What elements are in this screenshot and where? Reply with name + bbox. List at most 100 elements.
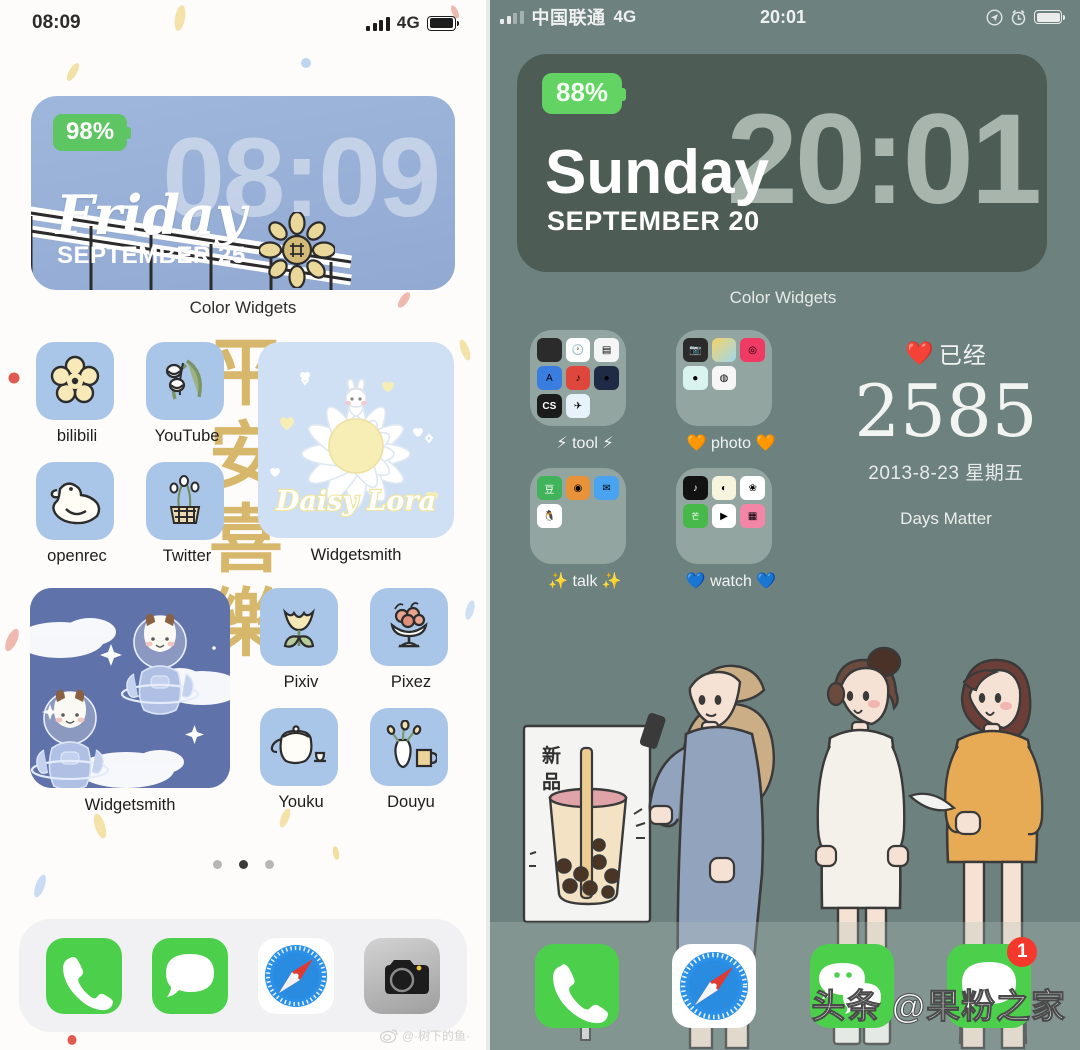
days-matter-date: 2013-8-23 星期五 (868, 462, 1024, 484)
app-label: YouTube (154, 427, 220, 445)
folder-preview-grid: ♪ ◐ ❀ 芒 ▶ ▦ (676, 468, 772, 564)
left-widget-date: SEPTEMBER 25 (57, 242, 246, 269)
app-pixiv[interactable]: Pixiv (260, 588, 342, 692)
widget-widgetsmith-astronaut[interactable]: Widgetsmith (30, 588, 230, 815)
battery-icon (1034, 10, 1066, 24)
mini-app-icon (711, 338, 737, 362)
widget-widgetsmith-daisy[interactable]: Daisy Lora Widgetsmith (258, 342, 454, 565)
mini-app-slot-empty (712, 394, 737, 418)
days-matter-label: Days Matter (900, 508, 992, 528)
app-douyu[interactable]: Douyu (370, 708, 452, 812)
flower-icon (36, 342, 114, 420)
right-status-time: 20:01 (759, 6, 807, 27)
app-label: Pixiv (283, 673, 319, 691)
folder-label: ✨ talk ✨ (548, 573, 622, 590)
astronaut-sheep-art (30, 588, 230, 788)
dock-phone[interactable] (534, 944, 619, 1028)
battery-icon (427, 15, 460, 31)
right-battery-badge: 88% (542, 73, 627, 114)
heart-icon: ❤️ (905, 339, 935, 366)
app-openrec[interactable]: openrec (36, 462, 118, 566)
right-widget-dayname: Sunday (545, 138, 769, 207)
mini-app-slot-empty (594, 504, 619, 528)
app-youku[interactable]: Youku (260, 708, 342, 812)
mini-app-icon: ♪ (565, 366, 591, 390)
days-matter-count: 2585 (854, 369, 1038, 453)
right-color-widgets-clock[interactable]: 88% 20:01 Sunday SEPTEMBER 20 (517, 54, 1047, 272)
mini-app-icon: 🐧 (537, 504, 562, 528)
mini-app-icon: A (537, 366, 562, 390)
svg-text:品: 品 (542, 771, 561, 793)
mini-app-icon: 豆 (537, 476, 562, 500)
sign-text: 新 (542, 744, 561, 767)
mini-app-icon: ✈ (565, 394, 591, 418)
left-status-indicators: 4G (366, 13, 460, 33)
svg-text:Daisy Lora: Daisy Lora (275, 486, 436, 517)
messages-badge: 1 (1007, 937, 1038, 967)
mini-app-icon: ♪ (683, 476, 708, 500)
folder-photo[interactable]: 📷 ◎ ● ◍ 🧡 photo 🧡 (676, 330, 786, 453)
app-label: Twitter (162, 547, 212, 565)
mini-app-slot-empty (566, 504, 591, 528)
mini-app-icon: ▤ (594, 338, 619, 362)
right-widget-time: 20:01 (726, 88, 1042, 231)
folder-label: ⚡ tool ⚡ (556, 435, 614, 452)
mini-app-icon: ◐ (711, 476, 737, 500)
mini-app-icon: ● (683, 366, 708, 390)
app-twitter[interactable]: Twitter (146, 462, 228, 566)
page-dot[interactable] (212, 860, 222, 869)
dock-safari[interactable] (258, 937, 334, 1014)
app-label: Youku (278, 793, 324, 811)
mini-app-slot-empty (740, 366, 765, 390)
signal-bars-icon (366, 16, 390, 31)
mini-app-icon: ✉ (594, 476, 619, 500)
mini-app-slot-empty (683, 532, 708, 556)
days-matter-title: 已经 (938, 342, 987, 368)
folder-watch[interactable]: ♪ ◐ ❀ 芒 ▶ ▦ 💙 watch 💙 (676, 468, 786, 591)
app-youtube[interactable]: YouTube (146, 342, 228, 446)
right-widget-caption: Color Widgets (729, 288, 837, 307)
folder-talk[interactable]: 豆 ◉ ✉ 🐧 ✨ talk ✨ (530, 468, 640, 591)
app-bilibili[interactable]: bilibili (36, 342, 118, 446)
page-dot-active[interactable] (238, 860, 248, 869)
screenshot-root: 平安喜樂 08:09 4G 98% 08:09 Friday SEPTEMBER… (0, 0, 1080, 1050)
mini-app-icon: ◉ (565, 476, 591, 500)
dock-safari[interactable] (672, 944, 757, 1028)
mini-app-icon: ◍ (711, 366, 737, 390)
dock-phone[interactable] (46, 937, 122, 1014)
fruit-bowl-icon (370, 588, 448, 666)
app-label: Pixez (390, 673, 432, 691)
left-status-bar: 08:09 4G (0, 0, 486, 46)
folder-preview-grid: 🕐 ▤ A ♪ ● CS ✈ (530, 330, 626, 426)
page-dot[interactable] (264, 860, 274, 869)
folder-preview-grid: 豆 ◉ ✉ 🐧 (530, 468, 626, 564)
right-phone-screen: 新 品 中国联通 4G 20:01 88% 20:01 Sunday SEPTE… (486, 0, 1080, 1050)
widget-label: Widgetsmith (84, 796, 176, 814)
page-indicator-dots[interactable] (0, 860, 486, 869)
left-color-widgets-clock[interactable]: 98% 08:09 Friday SEPTEMBER 25 (31, 96, 455, 290)
mini-app-icon: CS (537, 394, 562, 418)
days-matter-header: ❤️ 已经 (828, 336, 1064, 370)
left-dock (19, 919, 467, 1032)
app-label: Douyu (387, 793, 435, 811)
folder-tool[interactable]: 🕐 ▤ A ♪ ● CS ✈ ⚡ tool ⚡ (530, 330, 640, 453)
sunflower-icon (259, 212, 335, 288)
left-status-time: 08:09 (32, 12, 81, 33)
mini-app-icon: ▦ (740, 504, 765, 528)
days-matter-widget[interactable]: ❤️ 已经 2585 2013-8-23 星期五 Days Matter (828, 336, 1064, 529)
app-pixez[interactable]: Pixez (370, 588, 452, 692)
right-watermark: 头条 @果粉之家 (811, 988, 1066, 1027)
mini-app-slot-empty (566, 532, 591, 556)
lily-of-the-valley-icon (146, 342, 224, 420)
teapot-icon (260, 708, 338, 786)
dock-camera[interactable] (364, 937, 440, 1014)
daisy-flower-art: Daisy Lora (258, 342, 454, 538)
left-network-label: 4G (396, 13, 420, 32)
mini-app-icon: 📷 (683, 338, 708, 362)
duck-icon (36, 462, 114, 540)
mini-app-icon (537, 338, 562, 362)
folder-preview-grid: 📷 ◎ ● ◍ (676, 330, 772, 426)
screen-divider (486, 0, 490, 1050)
dock-messages[interactable] (152, 937, 228, 1014)
left-phone-screen: 平安喜樂 08:09 4G 98% 08:09 Friday SEPTEMBER… (0, 0, 486, 1050)
